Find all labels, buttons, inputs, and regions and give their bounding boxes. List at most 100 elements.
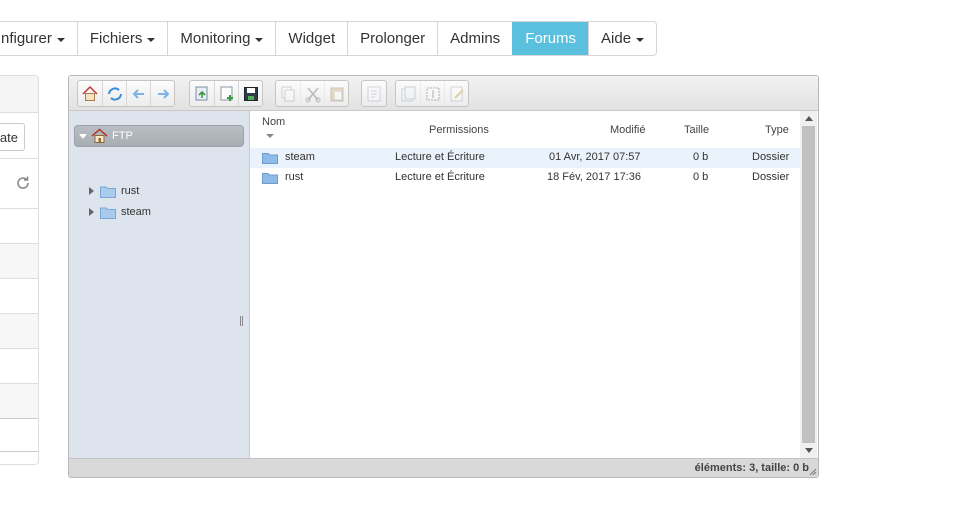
column-header-modified[interactable]: Modifié	[610, 124, 645, 136]
nav-widget-label: Widget	[288, 30, 336, 47]
rename-button[interactable]	[420, 81, 444, 106]
nav-admins-label: Admins	[450, 30, 501, 47]
folder-icon	[262, 153, 278, 164]
refresh-icon[interactable]	[15, 175, 31, 191]
info-button[interactable]	[362, 81, 386, 106]
forward-arrow-icon	[157, 88, 169, 99]
file-manager-statusbar: éléments: 3, taille: 0 b	[69, 458, 818, 477]
tree-root-label: FTP	[112, 130, 133, 142]
scroll-down-arrow-icon[interactable]	[805, 448, 813, 453]
nav-fichiers[interactable]: Fichiers	[76, 22, 168, 55]
nav-fichiers-label: Fichiers	[89, 30, 143, 47]
refresh-icon	[107, 86, 122, 101]
toolbar-group-info	[361, 80, 387, 107]
pane-splitter-handle[interactable]	[240, 316, 243, 326]
nav-aide[interactable]: Aide	[588, 22, 656, 55]
side-panel-row	[0, 383, 38, 419]
nav-widget[interactable]: Widget	[275, 22, 347, 55]
side-panel-divider	[0, 208, 38, 209]
cut-icon	[305, 86, 320, 102]
side-panel-header	[0, 76, 38, 113]
upload-button[interactable]	[190, 81, 214, 106]
tree-item-rust[interactable]: rust	[89, 182, 139, 200]
save-icon	[243, 86, 258, 101]
side-panel-divider	[0, 278, 38, 279]
reload-button[interactable]	[102, 81, 126, 106]
nav-forums-label: Forums	[525, 30, 577, 47]
nav-forums[interactable]: Forums	[512, 22, 589, 55]
update-button[interactable]: date	[0, 123, 25, 151]
copy-button[interactable]	[276, 81, 300, 106]
tree-root-ftp[interactable]: FTP	[74, 125, 244, 147]
column-header-permissions[interactable]: Permissions	[429, 124, 489, 136]
nav-admins[interactable]: Admins	[437, 22, 512, 55]
nav-monitoring[interactable]: Monitoring	[167, 22, 275, 55]
duplicate-button[interactable]	[396, 81, 420, 106]
main-nav: nfigurer Fichiers Monitoring Widget Prol…	[0, 21, 658, 56]
nav-aide-label: Aide	[601, 30, 632, 47]
toolbar-group-edit	[395, 80, 469, 107]
file-modified: 18 Fév, 2017 17:36	[547, 171, 641, 183]
expand-arrow-icon[interactable]	[79, 133, 87, 139]
side-panel: date	[0, 75, 39, 465]
side-panel-input[interactable]	[0, 418, 38, 452]
nav-configurer-label: nfigurer	[1, 30, 52, 47]
file-manager: FTP rust steam Nom Permissions Modifié T…	[68, 75, 819, 478]
collapse-arrow-icon[interactable]	[89, 208, 94, 216]
file-type: Dossier	[752, 171, 790, 183]
paste-button[interactable]	[324, 81, 348, 106]
tree-item-label: rust	[121, 185, 140, 197]
home-icon	[91, 128, 108, 143]
nav-prolonger[interactable]: Prolonger	[347, 22, 437, 55]
chevron-down-icon	[255, 37, 264, 42]
back-arrow-icon	[132, 88, 144, 99]
file-manager-toolbar	[69, 76, 818, 111]
file-list-scrollbar[interactable]	[800, 111, 817, 458]
file-list-header: Nom Permissions Modifié Taille Type	[250, 111, 800, 145]
tree-item-steam[interactable]: steam	[89, 203, 151, 221]
save-button[interactable]	[238, 81, 262, 106]
column-header-size[interactable]: Taille	[684, 124, 709, 136]
file-size: 0 b	[693, 171, 709, 183]
file-permissions: Lecture et Écriture	[395, 171, 485, 183]
file-type: Dossier	[752, 151, 790, 163]
file-permissions: Lecture et Écriture	[395, 151, 485, 163]
rename-icon	[426, 87, 439, 100]
toolbar-group-files	[189, 80, 263, 107]
file-row[interactable]: rust Lecture et Écriture 18 Fév, 2017 17…	[250, 168, 800, 188]
side-panel-divider	[0, 348, 38, 349]
collapse-arrow-icon[interactable]	[89, 187, 94, 195]
scrollbar-thumb[interactable]	[802, 126, 815, 443]
chevron-down-icon	[56, 37, 65, 42]
duplicate-icon	[401, 86, 416, 101]
home-icon	[82, 85, 98, 101]
sort-desc-icon	[266, 134, 274, 138]
column-header-name[interactable]: Nom	[262, 116, 285, 128]
file-modified: 01 Avr, 2017 07:57	[549, 151, 641, 163]
folder-tree: FTP rust steam	[69, 111, 250, 458]
chevron-down-icon	[636, 37, 645, 42]
info-icon	[367, 86, 381, 101]
home-button[interactable]	[78, 81, 102, 106]
column-header-type[interactable]: Type	[765, 124, 789, 136]
copy-icon	[281, 86, 295, 101]
chevron-down-icon	[147, 37, 156, 42]
resize-grip-icon[interactable]	[809, 468, 817, 476]
file-list: Nom Permissions Modifié Taille Type stea…	[250, 111, 800, 458]
nav-monitoring-label: Monitoring	[180, 30, 251, 47]
back-button[interactable]	[126, 81, 150, 106]
file-size: 0 b	[693, 151, 709, 163]
scroll-up-arrow-icon[interactable]	[805, 116, 813, 121]
side-panel-row	[0, 243, 38, 279]
edit-button[interactable]	[444, 81, 468, 106]
file-row[interactable]: steam Lecture et Écriture 01 Avr, 2017 0…	[250, 148, 800, 168]
cut-button[interactable]	[300, 81, 324, 106]
toolbar-group-navigation	[77, 80, 175, 107]
folder-icon	[100, 207, 116, 219]
forward-button[interactable]	[150, 81, 174, 106]
side-panel-row	[0, 313, 38, 349]
new-file-button[interactable]	[214, 81, 238, 106]
nav-configurer[interactable]: nfigurer	[0, 22, 77, 55]
nav-prolonger-label: Prolonger	[360, 30, 426, 47]
new-file-icon	[220, 86, 233, 101]
